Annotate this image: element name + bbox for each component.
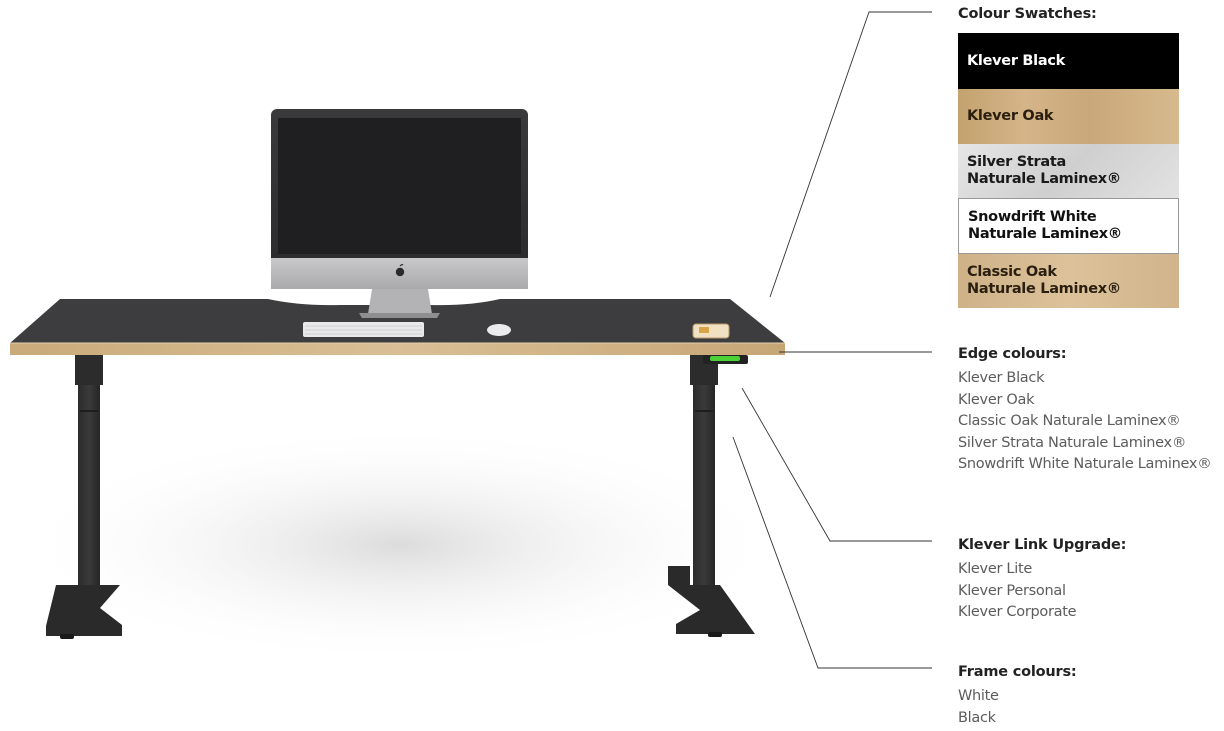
list-item: Klever Personal [958,582,1066,599]
list-item: Klever Oak [958,391,1035,408]
left-leg-upper [75,355,103,385]
list-item: Black [958,709,996,726]
edge-colours-title: Edge colours: [958,346,1067,362]
frame-colours-title: Frame colours: [958,664,1077,680]
list-item: Klever Black [958,370,1045,386]
frame-colours-list: White Black [958,686,999,729]
swatch-klever-oak[interactable]: Klever Oak [958,89,1179,144]
edge-colours-list: Klever Black Klever Oak Classic Oak Natu… [958,368,1212,476]
right-leg [693,385,715,585]
swatch-label: Snowdrift White Naturale Laminex® [968,209,1122,242]
swatch-silver-strata[interactable]: Silver Strata Naturale Laminex® [958,144,1179,198]
swatch-label: Klever Black [967,52,1065,69]
imac-stand [368,289,432,314]
phone [692,323,730,339]
swatch-label: Klever Oak [967,108,1054,124]
keypad-green-light [710,356,740,361]
swatch-label: Silver Strata Naturale Laminex® [967,154,1121,187]
swatch-label: Classic Oak Naturale Laminex® [967,264,1121,297]
link-upgrade-title: Klever Link Upgrade: [958,537,1127,553]
list-item: White [958,688,999,704]
floor-shadow [10,425,790,665]
mouse [487,324,511,336]
list-item: Classic Oak Naturale Laminex® [958,413,1181,430]
list-item: Snowdrift White Naturale Laminex® [958,456,1212,473]
left-leg [78,385,100,585]
colour-swatches-panel: Klever Black Klever Oak Silver Strata Na… [958,33,1179,308]
swatch-snowdrift-white[interactable]: Snowdrift White Naturale Laminex® [958,198,1179,254]
keyboard [303,322,424,337]
swatch-classic-oak[interactable]: Classic Oak Naturale Laminex® [958,254,1179,308]
list-item: Silver Strata Naturale Laminex® [958,434,1187,451]
link-upgrade-list: Klever Lite Klever Personal Klever Corpo… [958,559,1077,624]
desktop-oak-edge [10,343,785,355]
leader-swatches [769,11,932,298]
swatch-klever-black[interactable]: Klever Black [958,33,1179,89]
swatches-title: Colour Swatches: [958,6,1097,22]
list-item: Klever Corporate [958,604,1077,621]
list-item: Klever Lite [958,561,1032,577]
